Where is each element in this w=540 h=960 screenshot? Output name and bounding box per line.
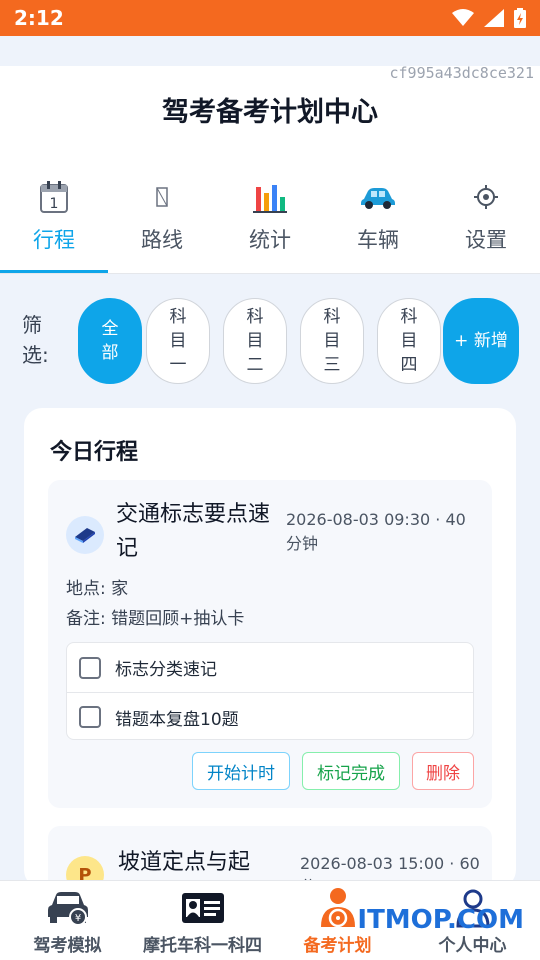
status-bar: 2:12 — [0, 0, 540, 36]
nav-label: 驾考模拟 — [33, 936, 102, 956]
start-timer-button[interactable]: 开始计时 — [192, 752, 290, 790]
top-tabs: 1 行程 路线 统计 车辆 设置 — [0, 156, 540, 274]
checklist-label: 错题本复盘10题 — [115, 709, 239, 730]
location-label: 地点: — [66, 579, 106, 599]
battery-icon — [514, 8, 526, 28]
nav-moto[interactable]: 摩托车科一科四 — [135, 881, 270, 960]
tab-settings[interactable]: 设置 — [432, 156, 540, 273]
route-icon — [155, 178, 169, 216]
note-value: 错题回顾+抽认卡 — [111, 609, 245, 629]
page-title: 驾考备考计划中心 — [162, 97, 378, 128]
filter-label: 筛选: — [22, 313, 49, 367]
tab-label: 设置 — [465, 228, 507, 252]
site-watermark: ITMOP.COM — [357, 905, 524, 935]
checklist-label: 标志分类速记 — [115, 660, 217, 680]
gear-icon — [473, 178, 499, 216]
item-location: 地点: 家 — [66, 574, 128, 599]
item-title: 交通标志要点速记 — [116, 502, 271, 561]
app-header: cf995a43dc8ce321 驾考备考计划中心 — [0, 64, 540, 156]
schedule-item[interactable]: 交通标志要点速记 2026-08-03 09:30 · 40分钟 地点: 家 备… — [48, 480, 492, 808]
status-time: 2:12 — [14, 6, 64, 30]
checkbox[interactable] — [79, 656, 101, 679]
filter-chip-all[interactable]: 全部 — [78, 298, 142, 384]
tab-label: 路线 — [141, 228, 183, 252]
section-title: 今日行程 — [50, 440, 139, 465]
item-note: 备注: 错题回顾+抽认卡 — [66, 604, 244, 629]
tab-vehicle[interactable]: 车辆 — [324, 156, 432, 273]
signal-icon — [484, 9, 504, 27]
checklist-item[interactable]: 错题本复盘10题 — [67, 692, 473, 741]
item-title: 坡道定点与起 — [118, 850, 251, 875]
system-icons — [452, 8, 526, 28]
checklist: 标志分类速记 错题本复盘10题 — [66, 642, 474, 740]
add-button[interactable]: + 新增 — [443, 298, 519, 384]
tab-label: 行程 — [33, 228, 75, 252]
calendar-icon: 1 — [39, 178, 69, 216]
svg-text:¥: ¥ — [74, 913, 80, 924]
nav-exam-sim[interactable]: ¥ 驾考模拟 — [0, 881, 135, 960]
car-icon — [360, 178, 396, 216]
book-icon — [66, 516, 104, 554]
tab-stats[interactable]: 统计 — [216, 156, 324, 273]
filter-bar: 筛选: 全部 科目一 科目二 科目三 科目四 + 新增 — [0, 296, 540, 388]
checkbox[interactable] — [79, 706, 101, 728]
location-value: 家 — [111, 579, 129, 599]
filter-chip-subject-4[interactable]: 科目四 — [377, 298, 441, 384]
schedule-item[interactable]: P 坡道定点与起 2026-08-03 15:00 · 60分 — [48, 826, 492, 888]
filter-chip-subject-1[interactable]: 科目一 — [146, 298, 210, 384]
note-label: 备注: — [66, 609, 106, 629]
filter-chip-subject-3[interactable]: 科目三 — [300, 298, 364, 384]
wifi-icon — [452, 9, 474, 26]
nav-label: 摩托车科一科四 — [143, 936, 262, 956]
id-card-icon — [181, 887, 225, 929]
mark-done-button[interactable]: 标记完成 — [302, 752, 400, 790]
delete-button[interactable]: 删除 — [412, 752, 474, 790]
filter-chip-subject-2[interactable]: 科目二 — [223, 298, 287, 384]
checklist-item[interactable]: 标志分类速记 — [67, 643, 473, 692]
tab-label: 车辆 — [357, 228, 399, 252]
tab-label: 统计 — [249, 228, 291, 252]
driver-icon — [318, 887, 358, 929]
item-time: 2026-08-03 09:30 · 40分钟 — [286, 510, 466, 553]
bar-chart-icon — [253, 178, 287, 216]
today-card: 今日行程 交通标志要点速记 2026-08-03 09:30 · 40分钟 地点… — [24, 408, 516, 888]
tab-route[interactable]: 路线 — [108, 156, 216, 273]
device-id-text: cf995a43dc8ce321 — [389, 64, 535, 82]
car-exam-icon: ¥ — [46, 887, 90, 929]
svg-text:1: 1 — [50, 196, 59, 212]
tab-schedule[interactable]: 1 行程 — [0, 156, 108, 273]
